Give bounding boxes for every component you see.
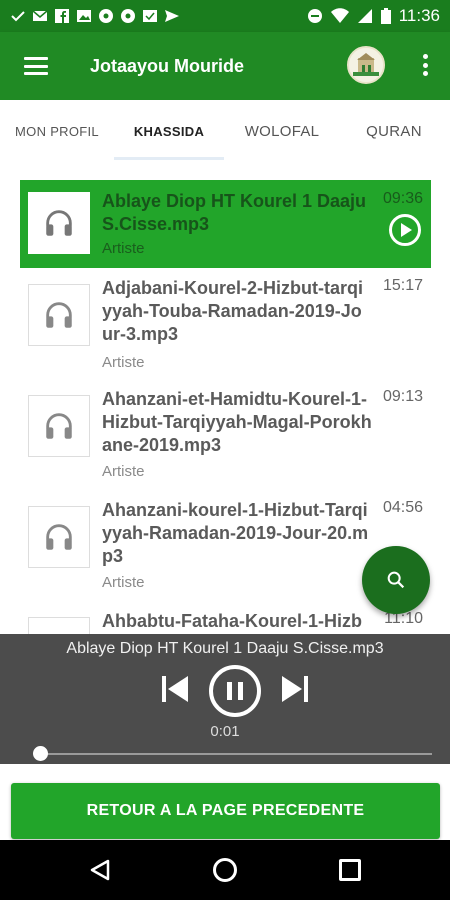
soccer-icon <box>99 9 113 23</box>
track-artist: Artiste <box>102 240 145 257</box>
tab-bar: MON PROFIL KHASSIDA WOLOFAL QURAN <box>0 100 450 162</box>
headphones-icon <box>46 302 72 328</box>
back-to-previous-page-button[interactable]: RETOUR A LA PAGE PRECEDENTE <box>11 783 440 839</box>
gmail-icon <box>32 10 48 21</box>
track-thumbnail <box>28 617 90 635</box>
track-thumbnail <box>28 284 90 346</box>
status-right: 11:36 <box>307 6 440 26</box>
notification-check-icon <box>11 11 25 22</box>
search-fab-button[interactable] <box>362 546 430 614</box>
track-duration: 04:56 <box>382 499 423 516</box>
facebook-icon <box>55 9 69 23</box>
track-duration: 09:13 <box>382 388 423 405</box>
track-artist: Artiste <box>102 463 145 480</box>
search-icon <box>387 571 405 589</box>
skip-next-icon[interactable] <box>278 672 312 706</box>
tab-wolofal[interactable]: WOLOFAL <box>232 100 332 162</box>
tab-khassida[interactable]: KHASSIDA <box>114 100 224 162</box>
track-artist: Artiste <box>102 574 145 591</box>
track-duration: 09:36 <box>382 190 423 207</box>
track-thumbnail <box>28 506 90 568</box>
track-title: Ahanzani-kourel-1-Hizbut-Tarqiyyah-Ramad… <box>102 500 369 566</box>
track-title: Ahanzani-et-Hamidtu-Kourel-1-Hizbut-Tarq… <box>102 389 372 455</box>
now-playing-title: Ablaye Diop HT Kourel 1 Daaju S.Cisse.mp… <box>66 640 384 657</box>
track-duration: 15:17 <box>382 277 423 294</box>
tab-indicator <box>114 157 224 160</box>
media-player: Ablaye Diop HT Kourel 1 Daaju S.Cisse.mp… <box>0 634 450 764</box>
track-title: Ahbabtu-Fataha-Kourel-1-Hizbut-Tarqiyyah… <box>102 611 369 635</box>
tab-mon-profil[interactable]: MON PROFIL <box>14 100 100 162</box>
status-time: 11:36 <box>398 6 440 25</box>
headphones-icon <box>46 210 72 236</box>
soccer-icon-2 <box>121 9 135 23</box>
track-thumbnail <box>28 395 90 457</box>
more-vert-icon[interactable] <box>422 54 428 76</box>
track-item-active[interactable]: Ablaye Diop HT Kourel 1 Daaju S.Cisse.mp… <box>20 180 431 268</box>
track-item[interactable]: Ahanzani-et-Hamidtu-Kourel-1-Hizbut-Tarq… <box>20 383 431 494</box>
track-item[interactable]: Ahbabtu-Fataha-Kourel-1-Hizbut-Tarqiyyah… <box>20 605 431 635</box>
tab-quran[interactable]: QURAN <box>350 100 438 162</box>
seek-bar[interactable] <box>40 753 432 755</box>
system-nav-bar <box>0 840 450 900</box>
track-title: Adjabani-Kourel-2-Hizbut-tarqiyyah-Touba… <box>102 278 363 344</box>
app-bar: Jotaayou Mouride <box>0 32 450 100</box>
avatar[interactable] <box>347 46 385 84</box>
nav-back-icon[interactable] <box>88 858 112 882</box>
send-icon <box>165 10 179 22</box>
seek-thumb[interactable] <box>33 746 48 761</box>
menu-icon[interactable] <box>24 57 48 75</box>
track-item[interactable]: Adjabani-Kourel-2-Hizbut-tarqiyyah-Touba… <box>20 272 431 383</box>
notification-icons <box>10 8 180 24</box>
headphones-icon <box>46 413 72 439</box>
skip-previous-icon[interactable] <box>158 672 192 706</box>
pause-icon[interactable] <box>209 665 261 717</box>
track-artist: Artiste <box>102 354 145 371</box>
photo-check-icon <box>143 10 157 22</box>
track-title: Ablaye Diop HT Kourel 1 Daaju S.Cisse.mp… <box>102 191 367 234</box>
status-bar: 11:36 <box>0 0 450 32</box>
do-not-disturb-icon <box>307 9 322 23</box>
image-icon <box>77 10 91 22</box>
signal-icon <box>357 9 372 23</box>
avatar-logo-icon <box>349 48 383 82</box>
play-icon[interactable] <box>389 214 421 246</box>
track-thumbnail <box>28 192 90 254</box>
wifi-icon <box>330 8 349 23</box>
bottom-area: RETOUR A LA PAGE PRECEDENTE <box>0 764 450 840</box>
headphones-icon <box>46 524 72 550</box>
elapsed-time: 0:01 <box>210 723 240 740</box>
nav-home-icon[interactable] <box>213 858 237 882</box>
app-title: Jotaayou Mouride <box>90 55 245 76</box>
battery-icon <box>380 8 391 24</box>
nav-recents-icon[interactable] <box>339 859 361 881</box>
